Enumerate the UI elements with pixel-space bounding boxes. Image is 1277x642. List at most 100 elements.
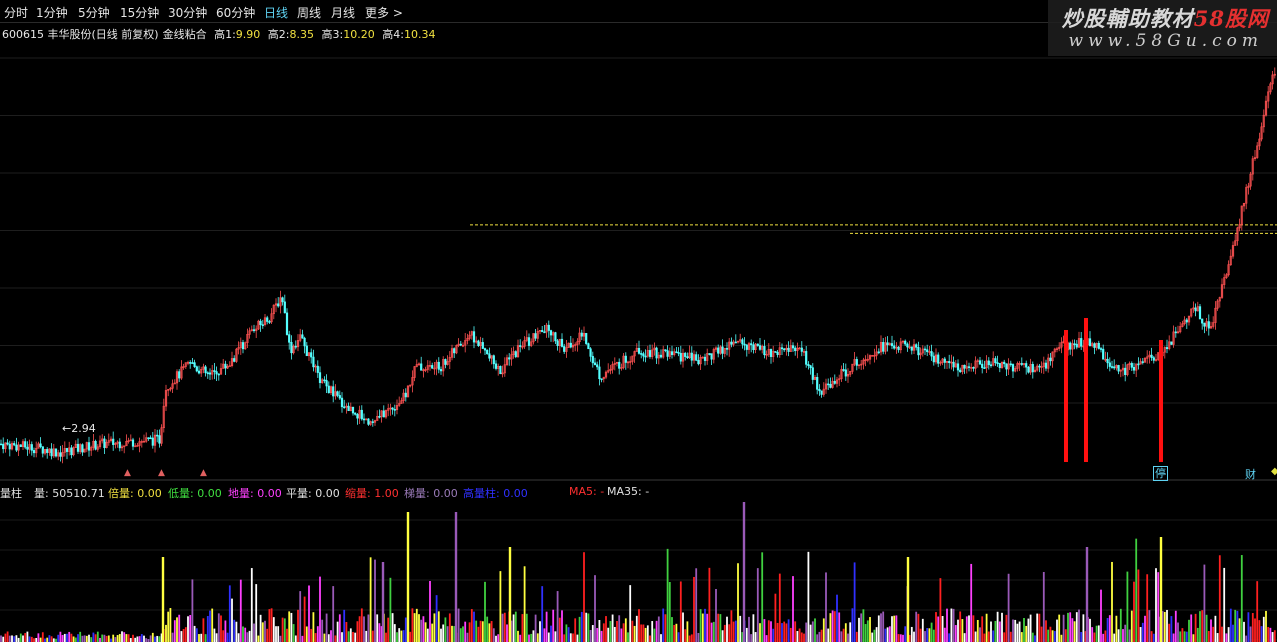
candle-body (816, 376, 819, 390)
level-lines (470, 224, 1277, 234)
candle-body (217, 373, 220, 376)
tab-0[interactable]: 分时 (4, 4, 28, 21)
volume-bar (1166, 609, 1168, 642)
candle-body (943, 358, 946, 363)
volume-bar (833, 611, 836, 642)
volume-bar (941, 615, 944, 642)
tab-6[interactable]: 日线 (264, 4, 288, 21)
watermark-title-a: 炒股輔助教材 (1061, 6, 1194, 31)
volume-bar (154, 636, 156, 642)
event-marker-icon-1[interactable]: ▲ (124, 468, 131, 478)
candle-body (560, 338, 564, 347)
volume-bar (1080, 632, 1083, 642)
candle-body (156, 434, 159, 437)
candle-body (19, 444, 22, 448)
volume-bar (127, 634, 130, 642)
suspension-marker[interactable]: 停 (1153, 466, 1168, 481)
volume-bar (224, 620, 227, 642)
candle-body (811, 367, 814, 380)
volume-bar (660, 634, 662, 642)
volume-bar (347, 631, 350, 642)
volume-bar (81, 635, 84, 642)
volume-bar (1122, 629, 1124, 642)
tab-9[interactable]: 更多 > (365, 4, 403, 21)
volume-bar (534, 614, 537, 642)
volume-bar (1111, 561, 1113, 642)
volume-bar (866, 620, 869, 642)
volume-spike (906, 557, 910, 642)
volume-bar (739, 615, 742, 642)
volume-bar (644, 627, 647, 642)
volume-bar (1203, 564, 1206, 642)
watermark-title: 炒股輔助教材58股网 (1062, 3, 1269, 33)
tab-8[interactable]: 月线 (331, 4, 355, 21)
candle-body (721, 346, 724, 354)
candle-body (549, 330, 553, 336)
volume-bar (1128, 629, 1131, 642)
tab-7[interactable]: 周线 (297, 4, 321, 21)
candle-body (1113, 366, 1116, 369)
candle-body (481, 342, 484, 349)
volume-bar (457, 608, 460, 642)
volume-bar (1216, 633, 1219, 642)
volume-bar (561, 610, 563, 642)
volume-bar (785, 623, 788, 642)
volume-bar (497, 634, 500, 642)
volume-bar (319, 576, 321, 642)
candle-body (642, 353, 645, 357)
volume-bar (946, 608, 948, 642)
candle-body (882, 342, 885, 352)
tab-3[interactable]: 15分钟 (120, 4, 159, 21)
volume-bar (523, 566, 526, 642)
event-marker-icon-3[interactable]: ▲ (200, 468, 207, 478)
candle-body (893, 345, 896, 349)
volume-bar (1144, 615, 1146, 642)
volume-bar (851, 608, 854, 642)
volume-bar (957, 619, 959, 642)
volume-bar (6, 631, 9, 642)
volume-bar (620, 628, 623, 642)
volume-bar (974, 631, 977, 642)
volume-bar (710, 622, 713, 642)
candle-body (890, 343, 894, 347)
volume-bar (836, 594, 838, 642)
event-marker-icon[interactable]: ◆ (1271, 466, 1277, 477)
candle-body (591, 356, 594, 364)
candle-body (1198, 306, 1202, 320)
candle-body (897, 346, 900, 351)
volume-bar (1113, 633, 1116, 642)
candle-body (261, 324, 264, 326)
candle-body (1075, 343, 1078, 348)
volume-bar (363, 616, 365, 642)
kline-chart[interactable] (0, 0, 1277, 642)
volume-bar (437, 611, 440, 642)
volume-bar (737, 563, 739, 642)
volume-bar (1049, 626, 1052, 642)
candle-body (483, 348, 487, 351)
tab-5[interactable]: 60分钟 (216, 4, 255, 21)
volume-bar (279, 635, 282, 642)
event-marker-icon-2[interactable]: ▲ (158, 468, 165, 478)
tab-1[interactable]: 1分钟 (36, 4, 68, 21)
volume-bar (277, 626, 280, 642)
volume-bar (1073, 621, 1076, 642)
volume-bar (446, 626, 449, 642)
candle-body (769, 349, 773, 357)
volume-bar (1240, 555, 1243, 642)
candle-body (338, 395, 341, 399)
volume-bar (1150, 631, 1153, 642)
candle-body (1106, 358, 1109, 364)
tab-2[interactable]: 5分钟 (78, 4, 110, 21)
candle-body (917, 347, 920, 356)
candle-body (285, 312, 289, 335)
finance-marker[interactable]: 财 (1245, 466, 1256, 482)
candle-body (666, 350, 669, 357)
candle-body (1117, 365, 1120, 372)
volume-spike (742, 502, 746, 642)
volume-bar (59, 631, 62, 642)
volume-bar (374, 559, 376, 642)
tab-4[interactable]: 30分钟 (168, 4, 207, 21)
candle-body (932, 355, 935, 363)
volume-bar (1229, 608, 1232, 642)
candle-body (391, 407, 394, 410)
